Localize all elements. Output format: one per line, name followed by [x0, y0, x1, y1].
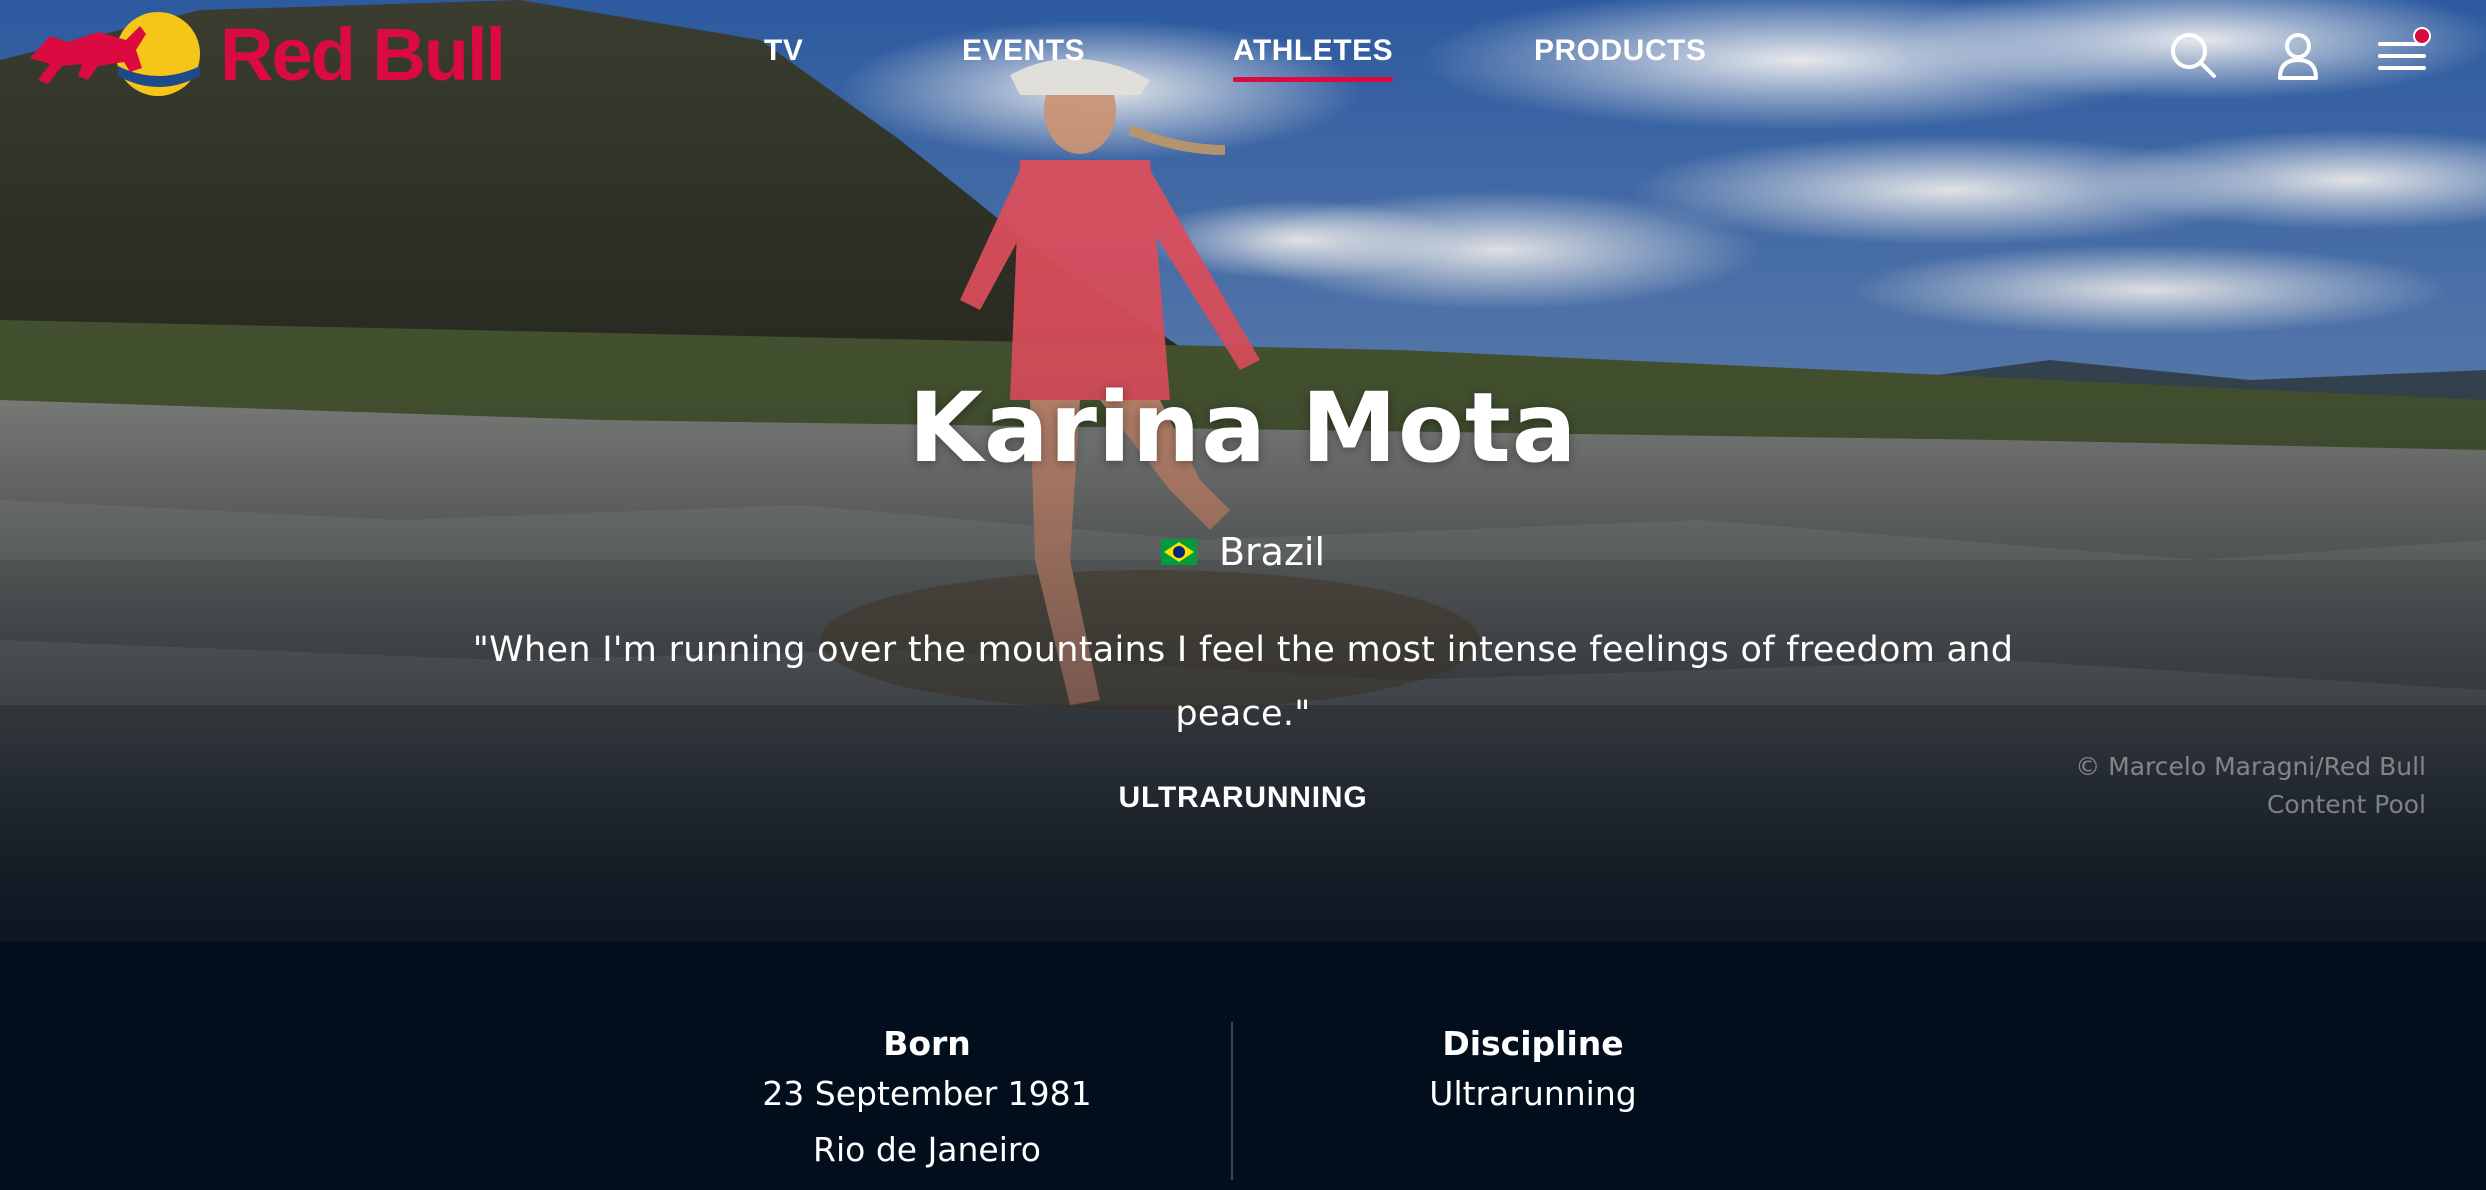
country-name: Brazil: [1218, 530, 1326, 574]
athlete-details: Born 23 September 1981 Rio de Janeiro Di…: [0, 942, 2486, 1190]
discipline-column: Discipline Ultrarunning: [1253, 1022, 1813, 1122]
nav-item-athletes[interactable]: ATHLETES: [1233, 34, 1394, 82]
born-column: Born 23 September 1981 Rio de Janeiro: [647, 1022, 1207, 1178]
athlete-name: Karina Mota: [908, 372, 1578, 484]
nav-item-events[interactable]: EVENTS: [962, 34, 1085, 68]
photo-credit: © Marcelo Maragni/Red Bull Content Pool: [2006, 748, 2426, 824]
discipline-label: Discipline: [1442, 1024, 1624, 1063]
menu-button[interactable]: [2372, 26, 2432, 86]
brazil-flag-icon: [1160, 539, 1197, 565]
discipline-value: Ultrarunning: [1429, 1074, 1637, 1113]
main-nav: TV EVENTS ATHLETES PRODUCTS: [0, 0, 2486, 110]
user-icon: [2278, 33, 2318, 80]
hamburger-menu-icon: [2378, 27, 2431, 70]
search-button[interactable]: [2164, 26, 2224, 86]
born-date: 23 September 1981: [762, 1074, 1092, 1113]
search-icon: [2171, 33, 2216, 78]
nav-item-tv[interactable]: TV: [764, 34, 803, 68]
site-header: Red Bull TV EVENTS ATHLETES PRODUCTS: [0, 0, 2486, 110]
notification-badge: [2413, 27, 2431, 45]
born-label: Born: [883, 1024, 971, 1063]
photo-credit-line2: Content Pool: [2266, 790, 2426, 819]
born-place: Rio de Janeiro: [813, 1130, 1041, 1169]
athlete-hero: Red Bull TV EVENTS ATHLETES PRODUCTS Kar…: [0, 0, 2486, 942]
athlete-country: Brazil: [0, 530, 2486, 574]
athlete-quote: "When I'm running over the mountains I f…: [472, 630, 2014, 734]
photo-credit-line1: © Marcelo Maragni/Red Bull: [2075, 752, 2426, 781]
details-divider: [1231, 1022, 1233, 1180]
account-button[interactable]: [2268, 26, 2328, 86]
nav-item-products[interactable]: PRODUCTS: [1534, 34, 1706, 68]
